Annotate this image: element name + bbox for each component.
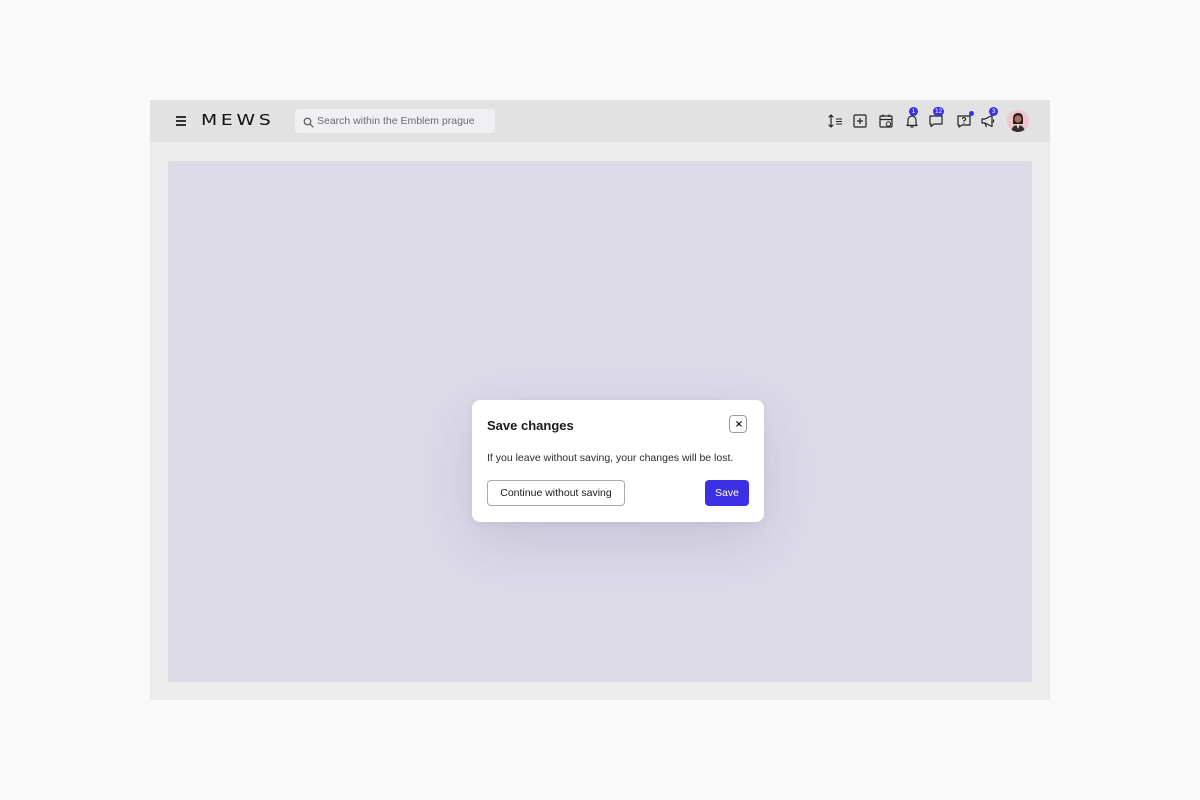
help-indicator-dot	[969, 111, 974, 116]
chat-icon[interactable]: 12	[928, 107, 946, 131]
message-count-badge: 12	[933, 107, 945, 116]
top-navigation-bar: MEWS Search within the Emblem prague 1 1…	[150, 100, 1050, 142]
help-chat-icon[interactable]	[956, 111, 974, 131]
app-window: MEWS Search within the Emblem prague 1 1…	[150, 100, 1050, 700]
search-icon	[303, 115, 314, 128]
dialog-message: If you leave without saving, your change…	[487, 452, 734, 464]
notification-count-badge: 1	[909, 107, 918, 116]
add-box-icon[interactable]	[852, 113, 870, 131]
calendar-icon[interactable]	[878, 113, 896, 131]
search-input[interactable]	[317, 109, 487, 133]
save-changes-dialog: Save changes × If you leave without savi…	[472, 400, 764, 522]
close-button[interactable]: ×	[729, 415, 747, 433]
search-box[interactable]	[295, 109, 495, 133]
save-button[interactable]: Save	[705, 480, 749, 506]
hamburger-menu-icon[interactable]	[174, 115, 188, 127]
sort-order-icon[interactable]	[827, 113, 845, 131]
continue-without-saving-button[interactable]: Continue without saving	[487, 480, 625, 506]
megaphone-icon[interactable]: 3	[980, 107, 998, 131]
dialog-title: Save changes	[487, 418, 574, 433]
close-icon: ×	[734, 419, 744, 430]
mews-logo[interactable]: MEWS	[201, 111, 274, 129]
user-avatar[interactable]	[1007, 110, 1029, 132]
bell-icon[interactable]: 1	[904, 107, 922, 131]
content-backdrop: Save changes × If you leave without savi…	[168, 161, 1032, 682]
header-actions: 1 12 3	[825, 107, 1035, 133]
announcement-count-badge: 3	[989, 107, 998, 116]
